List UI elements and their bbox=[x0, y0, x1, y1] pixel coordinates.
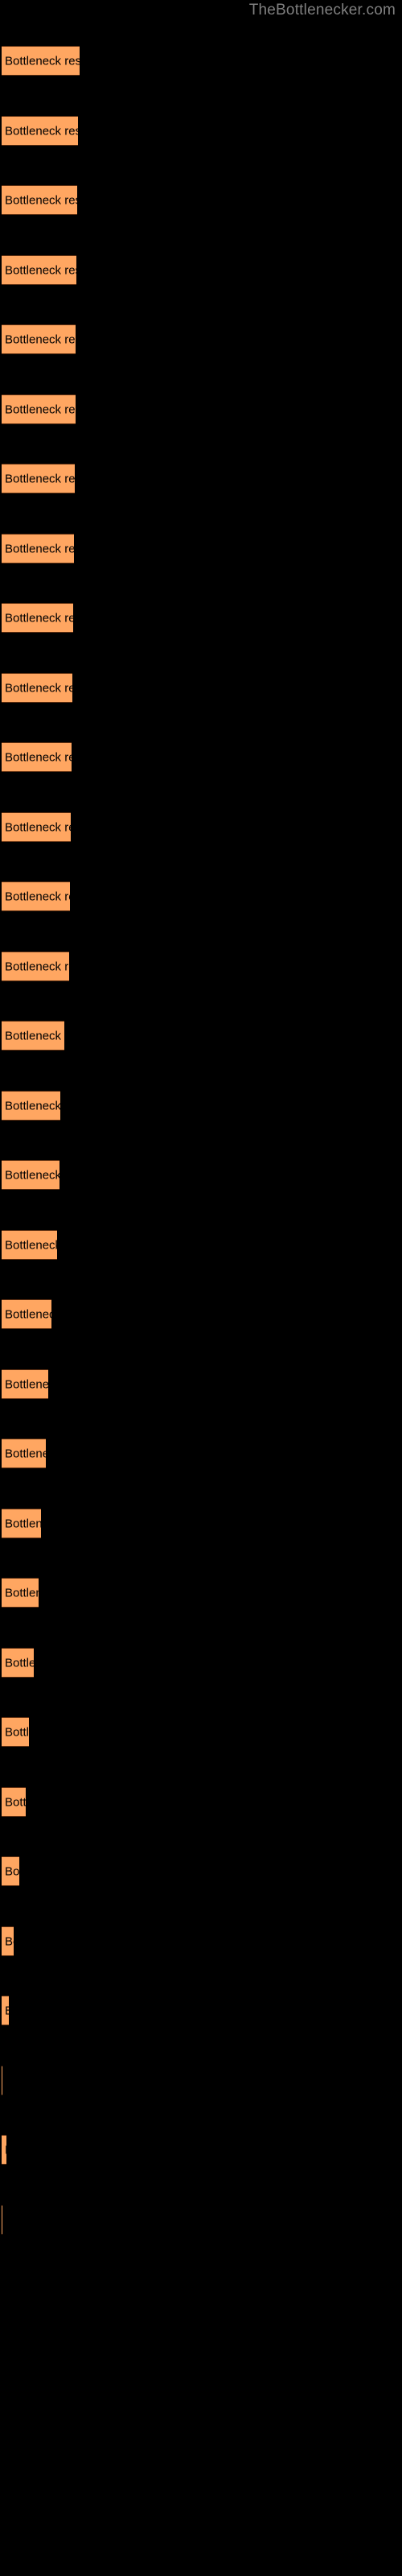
bar: Bottleneck result bbox=[2, 1369, 48, 1399]
bar-label: Bottleneck result bbox=[5, 1934, 14, 1948]
bar: Bottleneck result bbox=[2, 952, 69, 981]
bar-row: Bottleneck result bbox=[0, 116, 402, 146]
bar: Bottleneck result bbox=[2, 1439, 46, 1468]
bar-row: Bottleneck result bbox=[0, 812, 402, 842]
bar-row: Bottleneck result bbox=[0, 255, 402, 285]
bar-row: Bottleneck result bbox=[0, 185, 402, 215]
bar-row: Bottleneck result bbox=[0, 1996, 402, 2025]
bar-row: Bottleneck result bbox=[0, 464, 402, 493]
bar-label: Bottleneck result bbox=[5, 2004, 9, 2017]
bar-row: Bottleneck result bbox=[0, 603, 402, 633]
bar: Bottleneck result bbox=[2, 742, 72, 772]
bar-row: Bottleneck result bbox=[0, 1578, 402, 1608]
bar-row: Bottleneck result bbox=[0, 1369, 402, 1399]
bar: Bottleneck result bbox=[2, 1578, 39, 1608]
bar: Bottleneck result bbox=[2, 1717, 29, 1747]
bar-label: Bottleneck result bbox=[5, 820, 71, 834]
bar-row: Bottleneck result bbox=[0, 1091, 402, 1121]
bar-label: Bottleneck result bbox=[5, 1864, 19, 1878]
bar-row: Bottleneck result bbox=[0, 1926, 402, 1956]
bar-row: Bottleneck result bbox=[0, 324, 402, 354]
bar: Bottleneck result bbox=[2, 116, 78, 146]
bar-label: Bottleneck result bbox=[5, 681, 72, 695]
bar-label: Bottleneck result bbox=[5, 1029, 64, 1042]
bar: Bottleneck result bbox=[2, 324, 76, 354]
bar-label: Bottleneck result bbox=[5, 960, 69, 973]
bar-label: Bottleneck result bbox=[5, 1725, 29, 1739]
bar-label: Bottleneck result bbox=[5, 750, 72, 764]
bar-row: Bottleneck result bbox=[0, 2135, 402, 2165]
bar-row: Bottleneck result bbox=[0, 1787, 402, 1817]
bar: Bottleneck result bbox=[2, 673, 72, 703]
bar-row: Bottleneck result bbox=[0, 2066, 402, 2095]
bar-label: Bottleneck result bbox=[5, 263, 76, 277]
bar: Bottleneck result bbox=[2, 1996, 9, 2025]
bar: Bottleneck result bbox=[2, 1091, 60, 1121]
bar-label: Bottleneck result bbox=[5, 332, 76, 346]
bar-label: Bottleneck result bbox=[5, 402, 76, 416]
bar-label: Bottleneck result bbox=[5, 1377, 48, 1391]
bar: Bottleneck result bbox=[2, 1021, 64, 1051]
bar: Bottleneck result bbox=[2, 255, 76, 285]
bar: Bottleneck result bbox=[2, 1509, 41, 1538]
bar-label: Bottleneck result bbox=[5, 54, 80, 68]
bar: Bottleneck result bbox=[2, 881, 70, 911]
bar-row: Bottleneck result bbox=[0, 534, 402, 564]
bar-label: Bottleneck result bbox=[5, 542, 74, 555]
bar: Bottleneck result bbox=[2, 534, 74, 564]
bar-row: Bottleneck result bbox=[0, 1021, 402, 1051]
bar: Bottleneck result bbox=[2, 812, 71, 842]
bar: Bottleneck result bbox=[2, 1160, 59, 1190]
bar-label: Bottleneck result bbox=[5, 1447, 46, 1460]
bar: Bottleneck result bbox=[2, 1648, 34, 1678]
bar-row: Bottleneck result bbox=[0, 1230, 402, 1260]
bar-row: Bottleneck result bbox=[0, 952, 402, 981]
bar-label: Bottleneck result bbox=[5, 1586, 39, 1600]
bar: Bottleneck result bbox=[2, 1299, 51, 1329]
bar: Bottleneck result bbox=[2, 1230, 57, 1260]
bar-label: Bottleneck result bbox=[5, 472, 75, 485]
bar: Bottleneck result bbox=[2, 1856, 19, 1886]
bar-label: Bottleneck result bbox=[5, 1168, 59, 1182]
bar-row: Bottleneck result bbox=[0, 46, 402, 76]
bar-chart: Bottleneck result Bottleneck result Bottle… bbox=[0, 0, 402, 2576]
bar-label: Bottleneck result bbox=[5, 1099, 60, 1113]
bar-row: Bottleneck result bbox=[0, 1648, 402, 1678]
bar-label: Bottleneck result bbox=[5, 193, 77, 207]
bar-row: Bottleneck result bbox=[0, 2205, 402, 2235]
bar-row: Bottleneck result bbox=[0, 1439, 402, 1468]
bar-row: Bottleneck result bbox=[0, 1160, 402, 1190]
bar-row: Bottleneck result bbox=[0, 1717, 402, 1747]
bar-row: Bottleneck result bbox=[0, 673, 402, 703]
bar-label: Bottleneck result bbox=[5, 1238, 57, 1252]
bar: Bottleneck result bbox=[2, 603, 73, 633]
bar: Bottleneck result bbox=[2, 46, 80, 76]
bar-row: Bottleneck result bbox=[0, 881, 402, 911]
bar-label: Bottleneck result bbox=[5, 611, 73, 625]
bar: Bottleneck result bbox=[2, 1926, 14, 1956]
bar: Bottleneck result bbox=[2, 1787, 26, 1817]
bar-row: Bottleneck result bbox=[0, 394, 402, 424]
bar-label: Bottleneck result bbox=[5, 1307, 51, 1321]
bar-label: Bottleneck result bbox=[5, 2144, 6, 2156]
bar-label: Bottleneck result bbox=[5, 124, 78, 138]
bar: Bottleneck result bbox=[2, 394, 76, 424]
bar-label: Bottleneck result bbox=[5, 1517, 41, 1530]
bar-label: Bottleneck result bbox=[5, 1656, 34, 1670]
bar-row: Bottleneck result bbox=[0, 742, 402, 772]
bar-label: Bottleneck result bbox=[5, 1795, 26, 1809]
bar-row: Bottleneck result bbox=[0, 1509, 402, 1538]
bar: Bottleneck result bbox=[2, 464, 75, 493]
bar-row: Bottleneck result bbox=[0, 1856, 402, 1886]
bar-row: Bottleneck result bbox=[0, 1299, 402, 1329]
bar: Bottleneck result bbox=[2, 185, 77, 215]
bar: Bottleneck result bbox=[2, 2135, 6, 2165]
bar-label: Bottleneck result bbox=[5, 890, 70, 903]
